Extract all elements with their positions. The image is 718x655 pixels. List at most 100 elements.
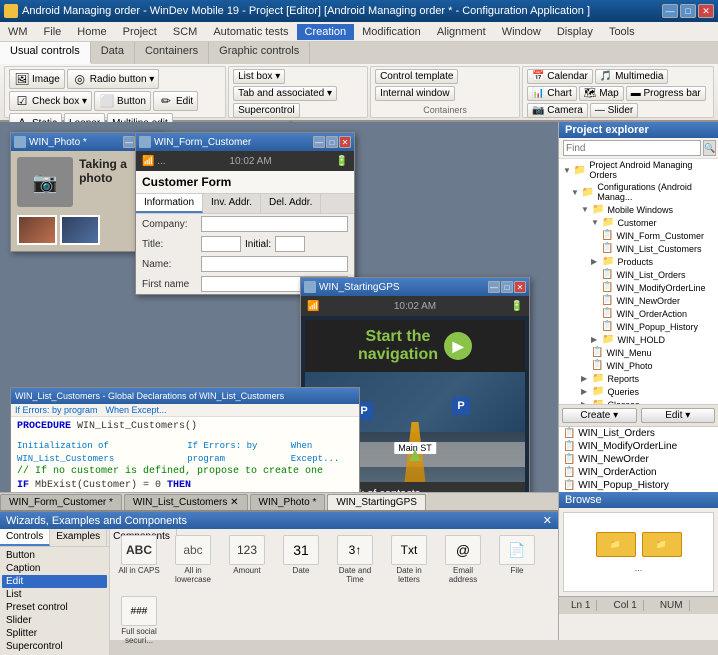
create-item-orders[interactable]: 📋 WIN_List_Orders	[559, 427, 718, 440]
ribbon-btn-template[interactable]: Control template	[375, 69, 458, 84]
wizard-close-btn[interactable]: ✕	[543, 514, 552, 527]
ribbon-btn-map[interactable]: 🗺 Map	[579, 86, 624, 101]
find-input[interactable]	[563, 140, 701, 156]
ribbon-btn-image[interactable]: 🖼Image	[9, 69, 65, 89]
ribbon-tab-data[interactable]: Data	[91, 42, 135, 64]
gps-min-btn[interactable]: —	[488, 281, 500, 293]
form-tab-del[interactable]: Del. Addr.	[261, 194, 321, 213]
ribbon-btn-tab[interactable]: Tab and associated ▾	[233, 86, 337, 101]
tree-queries[interactable]: ▶ 📁 Queries	[559, 385, 718, 398]
btab-list-customers[interactable]: WIN_List_Customers ✕	[124, 494, 248, 510]
menu-display[interactable]: Display	[549, 24, 601, 40]
tree-customer-folder[interactable]: ▼ 📁 Customer	[559, 216, 718, 229]
tree-root[interactable]: ▼ 📁 Project Android Managing Orders	[559, 159, 718, 181]
ribbon-btn-chart[interactable]: 📊 Chart	[527, 86, 577, 101]
company-input[interactable]	[201, 216, 348, 232]
menu-file[interactable]: File	[36, 24, 70, 40]
gps-play-button[interactable]: ▶	[444, 332, 472, 360]
form-tab-inv[interactable]: Inv. Addr.	[203, 194, 261, 213]
btab-starting-gps[interactable]: WIN_StartingGPS	[327, 494, 426, 510]
wizard-tab-controls[interactable]: Controls	[0, 529, 50, 546]
wizard-icon-social[interactable]: ### Full social securi...	[114, 594, 164, 648]
ribbon-btn-radio[interactable]: ◎Radio button ▾	[67, 69, 160, 89]
tree-win-menu[interactable]: 📋 WIN_Menu	[559, 346, 718, 359]
customer-close-btn[interactable]: ✕	[339, 136, 351, 148]
wizard-icon-datetext[interactable]: Txt Date in letters	[384, 533, 434, 587]
tree-win-modifyorderline[interactable]: 📋 WIN_ModifyOrderLine	[559, 281, 718, 294]
create-item-neworder[interactable]: 📋 WIN_NewOrder	[559, 453, 718, 466]
ribbon-btn-calendar[interactable]: 📅 Calendar	[527, 69, 593, 84]
ribbon-btn-listbox[interactable]: List box ▾	[233, 69, 285, 84]
gps-max-btn[interactable]: □	[501, 281, 513, 293]
code-link-init[interactable]: Initialization of WIN_List_Customers	[17, 440, 177, 465]
wizard-icon-date[interactable]: 31 Date	[276, 533, 326, 578]
wizard-list-slider[interactable]: Slider	[2, 614, 107, 627]
create-item-modify[interactable]: 📋 WIN_ModifyOrderLine	[559, 440, 718, 453]
wizard-list-edit[interactable]: Edit	[2, 575, 107, 588]
tree-mobile-windows[interactable]: ▼ 📁 Mobile Windows	[559, 203, 718, 216]
form-tab-information[interactable]: Information	[136, 194, 203, 213]
tree-reports[interactable]: ▶ 📁 Reports	[559, 372, 718, 385]
wizard-icon-amount[interactable]: 123 Amount	[222, 533, 272, 578]
find-button[interactable]: 🔍	[703, 140, 716, 156]
menu-wm[interactable]: WM	[0, 24, 36, 40]
menu-autotests[interactable]: Automatic tests	[205, 24, 296, 40]
tree-products-folder[interactable]: ▶ 📁 Products	[559, 255, 718, 268]
ribbon-btn-button[interactable]: ⬜Button	[94, 91, 151, 111]
initial-input[interactable]	[275, 236, 305, 252]
menu-home[interactable]: Home	[69, 24, 114, 40]
ribbon-tab-containers[interactable]: Containers	[135, 42, 209, 64]
create-button[interactable]: Create ▾	[562, 408, 637, 423]
create-item-orderaction[interactable]: 📋 WIN_OrderAction	[559, 466, 718, 479]
tree-win-neworder[interactable]: 📋 WIN_NewOrder	[559, 294, 718, 307]
wizard-list-splitter[interactable]: Splitter	[2, 627, 107, 640]
menu-scm[interactable]: SCM	[165, 24, 205, 40]
name-input[interactable]	[201, 256, 348, 272]
tree-win-photo[interactable]: 📋 WIN_Photo	[559, 359, 718, 372]
menu-alignment[interactable]: Alignment	[429, 24, 494, 40]
menu-project[interactable]: Project	[115, 24, 165, 40]
maximize-button[interactable]: □	[680, 4, 696, 18]
ribbon-tab-usual[interactable]: Usual controls	[0, 42, 91, 64]
menu-creation[interactable]: Creation	[297, 24, 355, 40]
ribbon-btn-supercontrol[interactable]: Supercontrol	[233, 103, 300, 118]
canvas-area[interactable]: WIN_Photo * — □ ✕ 📷 Taking a photo	[0, 122, 558, 492]
ribbon-btn-slider[interactable]: — Slider	[590, 103, 638, 118]
code-link-except[interactable]: When Except...	[106, 405, 167, 415]
gps-close-btn[interactable]: ✕	[514, 281, 526, 293]
code-link-errors[interactable]: If Errors: by program	[15, 405, 98, 415]
customer-min-btn[interactable]: —	[313, 136, 325, 148]
tree-win-list-orders[interactable]: 📋 WIN_List_Orders	[559, 268, 718, 281]
code-link-err2[interactable]: If Errors: by program	[187, 440, 280, 465]
photo-min-btn[interactable]: —	[123, 136, 135, 148]
wizard-list-preset[interactable]: Preset control	[2, 601, 107, 614]
close-button[interactable]: ✕	[698, 4, 714, 18]
code-editor[interactable]: WIN_List_Customers - Global Declarations…	[10, 387, 360, 492]
wizard-list-list[interactable]: List	[2, 588, 107, 601]
gps-titlebar[interactable]: WIN_StartingGPS — □ ✕	[301, 278, 529, 296]
wizard-tab-examples[interactable]: Examples	[50, 529, 107, 546]
wizard-list-caption[interactable]: Caption	[2, 562, 107, 575]
code-link-exc2[interactable]: When Except...	[291, 440, 353, 465]
wizard-icon-caps[interactable]: ABC All in CAPS	[114, 533, 164, 578]
tree-win-hold[interactable]: ▶ 📁 WIN_HOLD	[559, 333, 718, 346]
create-item-popup[interactable]: 📋 WIN_Popup_History	[559, 479, 718, 492]
menu-tools[interactable]: Tools	[601, 24, 643, 40]
btab-form-customer[interactable]: WIN_Form_Customer *	[0, 494, 122, 510]
wizard-list-button[interactable]: Button	[2, 549, 107, 562]
tree-win-popup-history[interactable]: 📋 WIN_Popup_History	[559, 320, 718, 333]
ribbon-btn-checkbox[interactable]: ☑Check box ▾	[9, 91, 92, 111]
tree-win-form-customer[interactable]: 📋 WIN_Form_Customer	[559, 229, 718, 242]
tree-win-list-customers[interactable]: 📋 WIN_List_Customers	[559, 242, 718, 255]
ribbon-btn-multimedia[interactable]: 🎵 Multimedia	[595, 69, 669, 84]
ribbon-tab-graphic[interactable]: Graphic controls	[209, 42, 310, 64]
ribbon-btn-edit[interactable]: ✏Edit	[153, 91, 198, 111]
wizard-icon-datetime[interactable]: 3↑ Date and Time	[330, 533, 380, 587]
tree-configurations[interactable]: ▼ 📁 Configurations (Android Manag...	[559, 181, 718, 203]
ribbon-btn-camera[interactable]: 📷 Camera	[527, 103, 588, 118]
wizard-list-supercontrol[interactable]: Supercontrol	[2, 640, 107, 653]
minimize-button[interactable]: —	[662, 4, 678, 18]
wizard-icon-file[interactable]: 📄 File	[492, 533, 542, 578]
customer-window[interactable]: WIN_Form_Customer — □ ✕ 📶 ... 10:02 AM 🔋…	[135, 132, 355, 295]
wizard-icon-lower[interactable]: abc All in lowercase	[168, 533, 218, 587]
